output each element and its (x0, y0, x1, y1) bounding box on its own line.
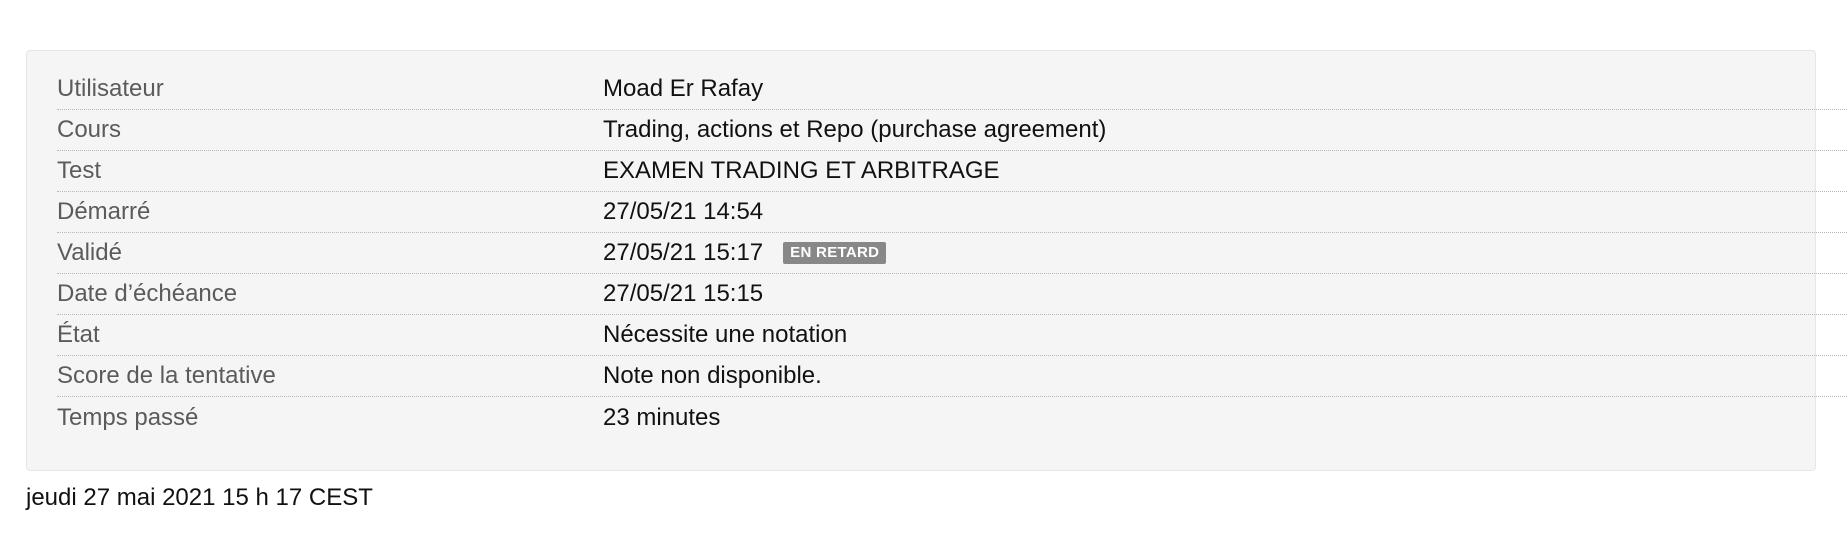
row-test: Test EXAMEN TRADING ET ARBITRAGE (57, 151, 1847, 192)
row-user: Utilisateur Moad Er Rafay (57, 69, 1847, 110)
row-label: État (57, 321, 100, 348)
row-submitted: Validé 27/05/21 15:17 EN RETARD (57, 233, 1847, 274)
row-value: 27/05/21 14:54 (603, 198, 763, 226)
footer-timestamp: jeudi 27 mai 2021 15 h 17 CEST (26, 484, 373, 511)
row-label: Date d’échéance (57, 280, 238, 307)
attempt-summary-panel: Utilisateur Moad Er Rafay Cours Trading,… (26, 50, 1847, 471)
page: Utilisateur Moad Er Rafay Cours Trading,… (0, 0, 1848, 540)
row-label: Validé (57, 239, 122, 266)
time-spent-text: 23 minutes (603, 403, 721, 431)
row-time-spent: Temps passé 23 minutes (57, 397, 1847, 438)
score-text: Note non disponible. (603, 362, 822, 389)
row-score: Score de la tentative Note non disponibl… (57, 356, 1847, 397)
row-label: Démarré (57, 198, 151, 225)
submitted-datetime: 27/05/21 15:17 (603, 239, 764, 266)
row-value: 27/05/21 15:15 (603, 280, 763, 308)
row-course: Cours Trading, actions et Repo (purchase… (57, 110, 1847, 151)
row-value: 23 minutes (603, 404, 720, 432)
user-name: Moad Er Rafay (603, 75, 764, 102)
row-value: 27/05/21 15:17 EN RETARD (603, 239, 887, 267)
course-name: Trading, actions et Repo (purchase agree… (603, 116, 1107, 143)
row-value: EXAMEN TRADING ET ARBITRAGE (603, 157, 1000, 185)
row-label: Test (57, 157, 102, 184)
due-datetime: 27/05/21 15:15 (603, 280, 764, 307)
attempt-summary-table: Utilisateur Moad Er Rafay Cours Trading,… (57, 69, 1847, 438)
late-badge: EN RETARD (783, 242, 887, 264)
test-name: EXAMEN TRADING ET ARBITRAGE (603, 157, 1000, 184)
row-value: Trading, actions et Repo (purchase agree… (603, 116, 1106, 144)
status-text: Nécessite une notation (603, 321, 848, 348)
row-due-date: Date d’échéance 27/05/21 15:15 (57, 274, 1847, 315)
row-status: État Nécessite une notation (57, 315, 1847, 356)
row-label: Utilisateur (57, 75, 164, 102)
row-label: Temps passé (57, 403, 199, 431)
row-value: Note non disponible. (603, 362, 822, 390)
row-label: Score de la tentative (57, 362, 276, 389)
row-value: Nécessite une notation (603, 321, 847, 349)
row-value: Moad Er Rafay (603, 75, 763, 103)
row-started: Démarré 27/05/21 14:54 (57, 192, 1847, 233)
started-datetime: 27/05/21 14:54 (603, 198, 764, 225)
row-label: Cours (57, 116, 122, 143)
